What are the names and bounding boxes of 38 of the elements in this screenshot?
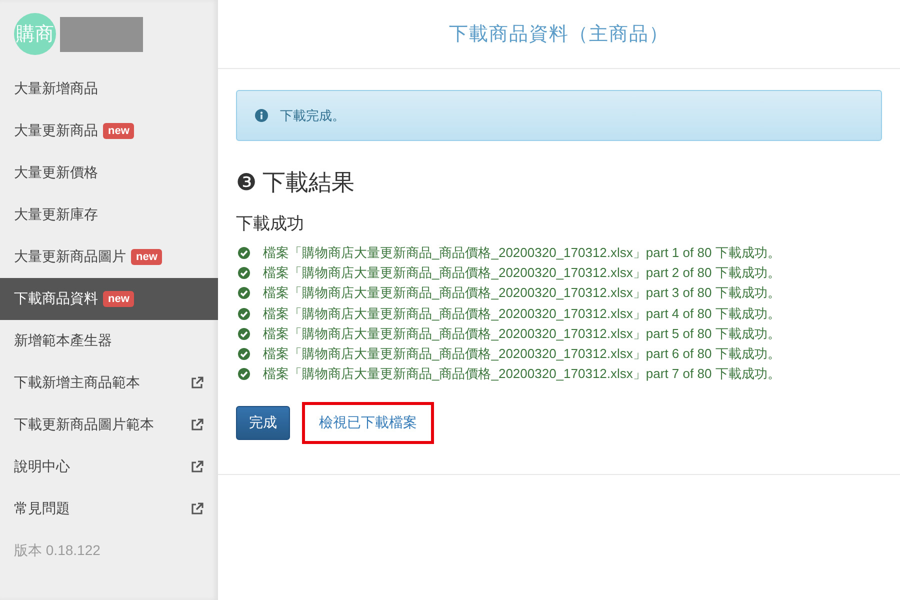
sidebar-item[interactable]: 下載商品資料 new xyxy=(0,278,218,320)
done-button[interactable]: 完成 xyxy=(236,406,290,440)
result-message: 檔案「購物商店大量更新商品_商品價格_20200320_170312.xlsx」part 3 of 80 下載成功。 xyxy=(263,284,780,302)
sidebar-item[interactable]: 下載新增主商品範本 xyxy=(0,362,218,404)
step-number: ❸ xyxy=(236,169,257,196)
result-message: 檔案「購物商店大量更新商品_商品價格_20200320_170312.xlsx」part 2 of 80 下載成功。 xyxy=(263,264,780,282)
check-circle-icon xyxy=(238,247,250,260)
sidebar-item[interactable]: 說明中心 xyxy=(0,446,218,488)
sidebar-item[interactable]: 大量新增商品 xyxy=(0,68,218,110)
sidebar-item[interactable]: 下載更新商品圖片範本 xyxy=(0,404,218,446)
alert-text: 下載完成。 xyxy=(280,106,345,124)
new-badge: new xyxy=(103,123,134,139)
sidebar-item[interactable]: 大量更新商品 new xyxy=(0,110,218,152)
step-title: 下載結果 xyxy=(262,168,355,197)
view-downloads-link[interactable]: 檢視已下載檔案 xyxy=(319,414,417,430)
result-message: 檔案「購物商店大量更新商品_商品價格_20200320_170312.xlsx」part 6 of 80 下載成功。 xyxy=(263,345,780,364)
result-message: 檔案「購物商店大量更新商品_商品價格_20200320_170312.xlsx」part 5 of 80 下載成功。 xyxy=(263,324,780,343)
result-message: 檔案「購物商店大量更新商品_商品價格_20200320_170312.xlsx」part 4 of 80 下載成功。 xyxy=(263,304,780,323)
logo: 購商 xyxy=(14,13,56,55)
check-circle-icon xyxy=(238,368,250,380)
result-message: 檔案「購物商店大量更新商品_商品價格_20200320_170312.xlsx」part 1 of 80 下載成功。 xyxy=(263,244,780,262)
new-badge: new xyxy=(103,291,134,307)
sidebar-item[interactable]: 大量更新價格 xyxy=(0,152,218,194)
new-badge: new xyxy=(131,249,162,265)
check-circle-icon xyxy=(238,267,250,280)
sidebar-item[interactable]: 大量更新商品圖片 new xyxy=(0,236,218,278)
info-icon xyxy=(255,109,268,122)
check-circle-icon xyxy=(238,328,250,340)
check-circle-icon xyxy=(238,348,250,360)
check-circle-icon xyxy=(238,287,250,300)
success-heading: 下載成功 xyxy=(236,213,305,235)
sidebar-item[interactable]: 大量更新庫存 xyxy=(0,194,218,236)
check-circle-icon xyxy=(238,308,250,320)
result-message: 檔案「購物商店大量更新商品_商品價格_20200320_170312.xlsx」part 7 of 80 下載成功。 xyxy=(263,365,780,384)
page-title: 下載商品資料（主商品） xyxy=(449,23,669,47)
sidebar-item[interactable]: 新增範本產生器 xyxy=(0,320,218,362)
version-text: 版本 0.18.122 xyxy=(13,541,102,560)
sidebar-item[interactable]: 常見問題 xyxy=(0,488,218,530)
